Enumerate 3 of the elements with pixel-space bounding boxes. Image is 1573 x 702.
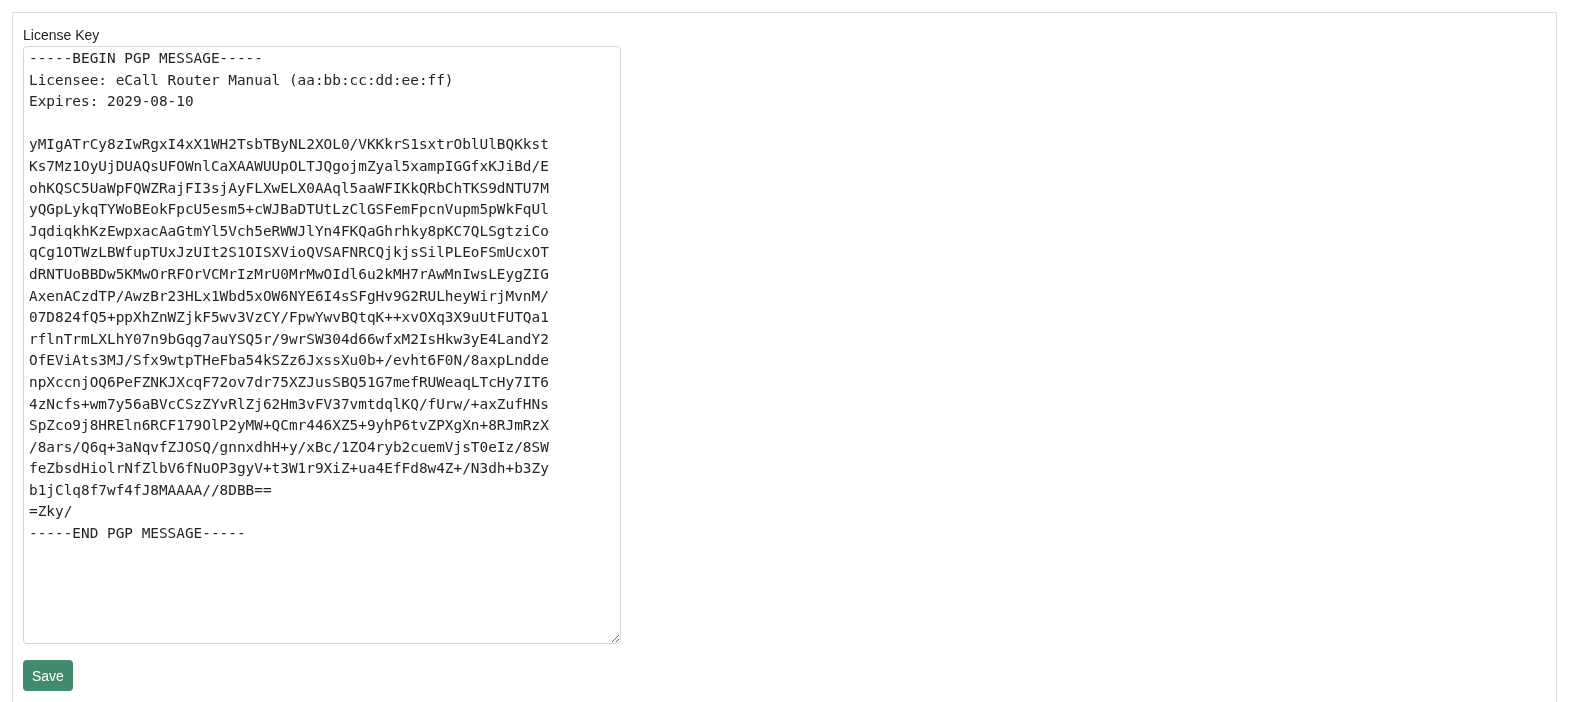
save-button[interactable]: Save (23, 660, 73, 691)
license-key-field[interactable]: -----BEGIN PGP MESSAGE----- Licensee: eCall Router Manual (aa:bb:cc:dd:ee:ff) Expires: 2029-08-10 yMIgATrCy8zIwRgxI4xX1WH2TsbTByNL2XOL0/VKKkrS1sxtrOblUlBQKkst Ks7Mz1OyUjDUAQsUFOWnlCaXAAWUUpOLTJQgojmZyal5xampIGGfxKJiBd/E ohKQSC5UaWpFQWZRajFI3sjAyFLXwELX0AAql5aaWFIKkQRbChTKS9dNTU7M yQGpLykqTYWoBEokFpcU5esm5+cWJBaDTUtLzClGSFemFpcnVupm5pWkFqUl JqdiqkhKzEwpxacAaGtmYl5Vch5eRWWJlYn4FKQaGhrhky8pKC7QLSgtziCo qCg1OTWzLBWfupTUxJzUIt2S1OISXVioQVSAFNRCQjkjsSilPLEoFSmUcxOT dRNTUoBBDw5KMwOrRFOrVCMrIzMrU0MrMwOIdl6u2kMH7rAwMnIwsLEygZIG AxenACzdTP/AwzBr23HLx1Wbd5xOW6NYE6I4sSFgHv9G2RULheyWirjMvnM/ 07D824fQ5+ppXhZnWZjkF5wv3VzCY/FpwYwvBQtqK++xvOXq3X9uUtFUTQa1 rflnTrmLXLhY07n9bGqg7auYSQ5r/9wrSW304d66wfxM2IsHkw3yE4LandY2 OfEViAts3MJ/Sfx9wtpTHeFba54kSZz6JxssXu0b+/evht6F0N/8axpLndde npXccnjOQ6PeFZNKJXcqF72ov7dr75XZJusSBQ51G7mefRUWeaqLTcHy7IT6 4zNcfs+wm7y56aBVcCSzZYvRlZj62Hm3vFV37vmtdqlKQ/fUrw/+axZufHNs SpZco9j8HREln6RCF179OlP2yMW+QCmr446XZ5+9yhP6tvZPXgXn+8RJmRzX /8ars/Q6q+3aNqvfZJOSQ/gnnxdhH+y/xBc/1ZO4ryb2cuemVjsT0eIz/8SW feZbsdHiolrNfZlbV6fNuOP3gyV+t3W1r9XiZ+ua4EfFd8w4Z+/N3dh+b3Zy b1jClq8f7wf4fJ8MAAAA//8DBB== =Zky/ -----END PGP MESSAGE----- (23, 46, 621, 644)
field-label: License Key (23, 26, 100, 44)
